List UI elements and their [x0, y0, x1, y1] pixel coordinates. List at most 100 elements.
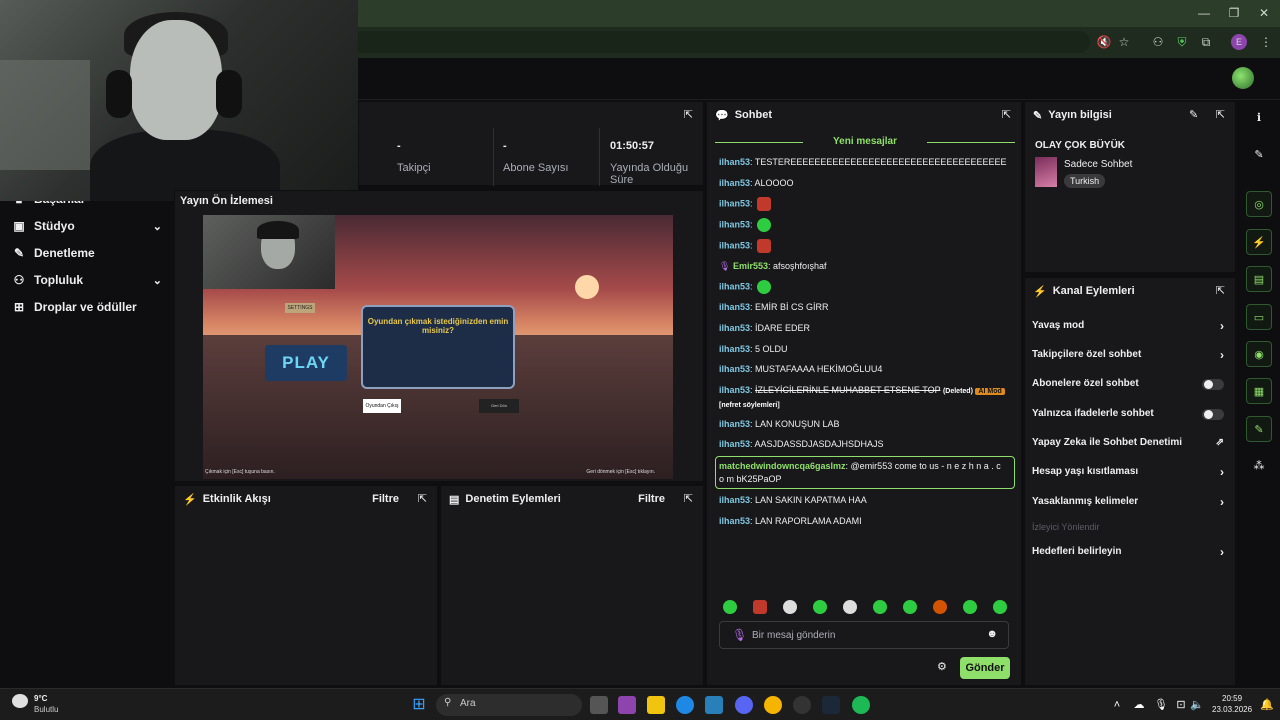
- file-explorer-icon[interactable]: [647, 696, 665, 714]
- minimize-button[interactable]: —: [1194, 4, 1214, 22]
- add-widget-icon[interactable]: ⁂: [1246, 453, 1272, 479]
- layout-icon[interactable]: ▦: [1246, 378, 1272, 404]
- extension-glasses-icon[interactable]: ⚇: [1148, 33, 1168, 51]
- emoji-icon[interactable]: ☻: [986, 628, 998, 640]
- action-ai-moderation[interactable]: Yapay Zeka ile Sohbet Denetimi ⇗: [1032, 435, 1228, 451]
- user-avatar[interactable]: [1232, 67, 1254, 89]
- emote-icon[interactable]: [813, 600, 827, 614]
- chevron-down-icon[interactable]: ⌄: [153, 274, 162, 287]
- filter-button[interactable]: Filtre: [372, 493, 399, 505]
- popout-icon[interactable]: ⇱: [418, 492, 427, 505]
- wrench-icon[interactable]: ✎: [1246, 416, 1272, 442]
- chat-username[interactable]: ilhan53: [719, 198, 750, 208]
- chat-username[interactable]: ilhan53: [719, 219, 750, 229]
- filter-button[interactable]: Filtre: [638, 493, 665, 505]
- action-set-goals[interactable]: Hedefleri belirleyin ›: [1032, 544, 1228, 560]
- chat-username[interactable]: matchedwindowncqa6gaslmz: [719, 461, 846, 471]
- chat-input[interactable]: [752, 627, 972, 643]
- info-icon[interactable]: ℹ: [1246, 105, 1272, 131]
- chat-username[interactable]: ilhan53: [719, 516, 750, 526]
- emote-icon[interactable]: [753, 600, 767, 614]
- extensions-puzzle-icon[interactable]: ⧉: [1196, 33, 1216, 51]
- chat-username[interactable]: ilhan53: [719, 419, 750, 429]
- taskbar-search[interactable]: ⚲ Ara: [436, 694, 582, 716]
- microphone-icon[interactable]: 🎙: [1152, 696, 1170, 714]
- emote-icon[interactable]: [723, 600, 737, 614]
- address-bar[interactable]: [350, 31, 1090, 53]
- chevron-down-icon[interactable]: ⌄: [153, 220, 162, 233]
- weather-temp[interactable]: 9°C: [34, 694, 47, 703]
- sidebar-item-community[interactable]: ⚇ Topluluk ⌄: [12, 269, 162, 291]
- steam-icon[interactable]: [822, 696, 840, 714]
- chat-username[interactable]: ilhan53: [719, 178, 750, 188]
- emote-icon[interactable]: [903, 600, 917, 614]
- language-tag[interactable]: Turkish: [1064, 174, 1106, 188]
- popout-icon[interactable]: ⇱: [684, 492, 693, 505]
- stream-preview-video[interactable]: SETTINGS PLAY Oyundan çıkmak istediğiniz…: [203, 215, 673, 479]
- emote-icon[interactable]: [963, 600, 977, 614]
- category-name[interactable]: Sadece Sohbet: [1064, 159, 1132, 170]
- send-button[interactable]: Gönder: [960, 657, 1010, 679]
- mail-icon[interactable]: [705, 696, 723, 714]
- chat-username[interactable]: ilhan53: [719, 344, 750, 354]
- action-banned-words[interactable]: Yasaklanmış kelimeler ›: [1032, 494, 1228, 510]
- action-account-age[interactable]: Hesap yaşı kısıtlaması ›: [1032, 464, 1228, 480]
- widgets-icon[interactable]: [618, 696, 636, 714]
- chat-username[interactable]: Emir553: [733, 261, 768, 271]
- edge-icon[interactable]: [676, 696, 694, 714]
- bookmark-star-icon[interactable]: ☆: [1114, 33, 1134, 51]
- chat-username[interactable]: ilhan53: [719, 385, 750, 395]
- shield-extension-icon[interactable]: ⛨: [1172, 33, 1192, 51]
- close-button[interactable]: ✕: [1254, 4, 1274, 22]
- chevron-up-icon[interactable]: ˄: [1108, 696, 1126, 714]
- task-view-icon[interactable]: [590, 696, 608, 714]
- menu-dots-icon[interactable]: ⋮: [1256, 33, 1276, 51]
- profile-avatar[interactable]: E: [1231, 34, 1247, 50]
- sidebar-item-moderation[interactable]: ✎ Denetleme: [12, 242, 162, 264]
- notification-bell-icon[interactable]: 🔔: [1258, 696, 1276, 714]
- clock-date[interactable]: 23.03.2026: [1212, 705, 1252, 714]
- emote-icon[interactable]: [873, 600, 887, 614]
- emote-icon[interactable]: [933, 600, 947, 614]
- chat-input-box[interactable]: 🎙 ☻: [719, 621, 1009, 649]
- volume-icon[interactable]: 🔈: [1188, 696, 1206, 714]
- chat-username[interactable]: ilhan53: [719, 240, 750, 250]
- emote-icon[interactable]: [757, 197, 772, 211]
- action-slow-mode[interactable]: Yavaş mod ›: [1032, 318, 1228, 334]
- emote-only-toggle[interactable]: [1202, 409, 1224, 420]
- sidebar-item-drops[interactable]: ⊞ Droplar ve ödüller: [12, 296, 162, 318]
- category-thumbnail[interactable]: [1035, 157, 1057, 187]
- spotify-icon[interactable]: [852, 696, 870, 714]
- camera-icon[interactable]: ◎: [1246, 191, 1272, 217]
- sidebar-item-studio[interactable]: ▣ Stüdyo ⌄: [12, 215, 162, 237]
- clock-time[interactable]: 20:59: [1222, 694, 1242, 703]
- chat-username[interactable]: ilhan53: [719, 495, 750, 505]
- chrome-icon[interactable]: [764, 696, 782, 714]
- document-icon[interactable]: ▤: [1246, 266, 1272, 292]
- action-followers-only[interactable]: Takipçilere özel sohbet ›: [1032, 347, 1228, 363]
- gear-icon[interactable]: ⚙: [937, 660, 947, 673]
- chat-username[interactable]: ilhan53: [719, 364, 750, 374]
- chat-username[interactable]: ilhan53: [719, 439, 750, 449]
- emote-icon[interactable]: [783, 600, 797, 614]
- network-icon[interactable]: ☁: [1130, 696, 1148, 714]
- chat-username[interactable]: ilhan53: [719, 323, 750, 333]
- subscribers-only-toggle[interactable]: [1202, 379, 1224, 390]
- chat-icon[interactable]: ▭: [1246, 304, 1272, 330]
- emote-icon[interactable]: [993, 600, 1007, 614]
- emote-icon[interactable]: [757, 218, 772, 232]
- lightning-icon[interactable]: ⚡: [1246, 229, 1272, 255]
- chat-username[interactable]: ilhan53: [719, 157, 750, 167]
- mute-icon[interactable]: 🔇: [1094, 33, 1114, 51]
- popout-icon[interactable]: ⇱: [684, 108, 693, 121]
- chat-username[interactable]: ilhan53: [719, 281, 750, 291]
- popout-icon[interactable]: ⇱: [1002, 108, 1011, 121]
- emote-icon[interactable]: [843, 600, 857, 614]
- emote-icon[interactable]: [757, 280, 772, 294]
- emote-icon[interactable]: [757, 239, 772, 253]
- weather-cloud-icon[interactable]: [12, 694, 28, 708]
- broadcast-icon[interactable]: ◉: [1246, 341, 1272, 367]
- microphone-icon[interactable]: 🎙: [732, 628, 747, 642]
- pencil-icon[interactable]: ✎: [1246, 142, 1272, 168]
- discord-icon[interactable]: [735, 696, 753, 714]
